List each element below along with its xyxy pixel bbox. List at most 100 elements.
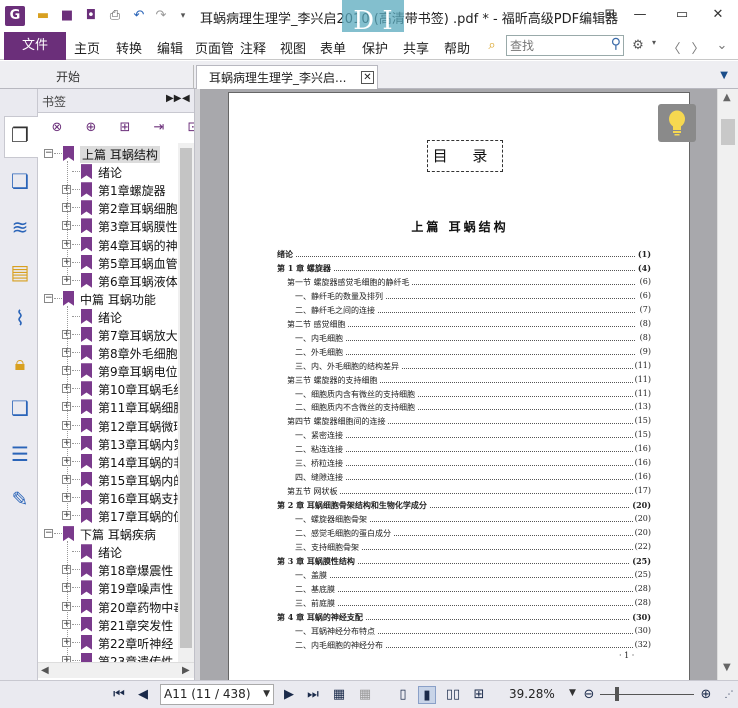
search-input[interactable]: [507, 36, 601, 55]
bookmark-item[interactable]: + 第13章耳蜗内第: [38, 435, 178, 453]
toc-entry[interactable]: 一、细胞质内含有微丝的支持细胞 (11): [277, 388, 651, 403]
toc-entry[interactable]: 三、桥粒连接 (16): [277, 458, 651, 472]
toc-entry[interactable]: 一、紧密连接 (15): [277, 430, 651, 444]
redo-icon[interactable]: ↷: [152, 7, 170, 25]
bookmark-item[interactable]: + 第2章耳蜗细胞: [38, 199, 178, 217]
last-page-icon[interactable]: ⏭: [304, 686, 322, 704]
bookmark-item[interactable]: + 第6章耳蜗液体: [38, 272, 178, 290]
toc-entry[interactable]: 三、支持细胞骨架 (22): [277, 541, 651, 556]
tab-list-dropdown-icon[interactable]: ▼: [720, 70, 728, 81]
bookmark-item[interactable]: + 第8章外毛细胞: [38, 344, 178, 362]
previous-icon[interactable]: 〈: [666, 38, 682, 57]
toc-entry[interactable]: 二、粘连连接 (16): [277, 444, 651, 458]
tab-start[interactable]: 开始: [44, 65, 194, 89]
bookmark-item[interactable]: + 第11章耳蜗细胞: [38, 398, 178, 416]
quick-access-dropdown-icon[interactable]: ▾: [174, 7, 192, 25]
document-vertical-scrollbar[interactable]: ▲ ▼: [717, 89, 738, 680]
menu-home[interactable]: 主页: [74, 38, 100, 57]
single-page-icon[interactable]: ▯: [394, 686, 412, 704]
zoom-level[interactable]: 39.28%: [509, 687, 555, 701]
menu-form[interactable]: 表单: [320, 38, 346, 57]
ribbon-options-icon[interactable]: ⊞: [596, 4, 624, 26]
bookmark-item[interactable]: + 第7章耳蜗放大: [38, 326, 178, 344]
content-list-icon[interactable]: ☰: [7, 441, 33, 467]
toc-entry[interactable]: 第 2 章 耳蜗细胞骨架结构和生物化学成分 (20): [277, 500, 651, 514]
print-icon[interactable]: ⎙: [106, 7, 124, 25]
search-box[interactable]: ⚲: [506, 35, 624, 56]
next-view-icon[interactable]: ▦: [356, 686, 374, 704]
bookmark-item[interactable]: 绪论: [38, 543, 178, 561]
collapse-icon[interactable]: −: [44, 529, 53, 539]
toc-entry[interactable]: 绪论 (1): [277, 249, 651, 263]
bookmark-item[interactable]: + 第5章耳蜗血管: [38, 254, 178, 272]
bookmark-item[interactable]: + 第22章听神经: [38, 634, 178, 652]
signature-icon[interactable]: ✎: [7, 486, 33, 512]
delete-bookmark-icon[interactable]: ⊗: [48, 119, 66, 137]
layers-icon[interactable]: ≋: [7, 214, 33, 240]
bookmark-item[interactable]: + 第10章耳蜗毛细: [38, 380, 178, 398]
toc-entry[interactable]: 第二节 感觉细胞 (8): [277, 318, 651, 333]
bookmark-item[interactable]: + 第20章药物中毒: [38, 598, 178, 616]
menu-convert[interactable]: 转换: [116, 38, 142, 57]
menu-comment[interactable]: 注释: [240, 38, 266, 57]
toc-entry[interactable]: 二、细胞质内不含微丝的支持细胞 (13): [277, 402, 651, 416]
minimize-icon[interactable]: —: [626, 4, 654, 26]
bookmark-item[interactable]: 绪论: [38, 308, 178, 326]
collapse-panel-icon[interactable]: ◀: [182, 93, 190, 104]
save-as-icon[interactable]: ◘: [82, 7, 100, 25]
bookmark-item[interactable]: + 第14章耳蜗的非: [38, 453, 178, 471]
expand-panel-icon[interactable]: ▶▶: [166, 93, 181, 104]
folder-icon[interactable]: ▬: [34, 7, 52, 25]
scroll-up-icon[interactable]: ▲: [723, 92, 731, 103]
continuous-page-icon[interactable]: ▮: [418, 686, 436, 704]
security-lock-icon[interactable]: 🔒︎: [7, 350, 33, 376]
toc-entry[interactable]: 二、内毛细胞的神经分布 (32): [277, 639, 651, 654]
bookmark-item[interactable]: + 第9章耳蜗电位: [38, 362, 178, 380]
toc-entry[interactable]: 一、静纤毛的数量及排列 (6): [277, 290, 651, 305]
tip-button[interactable]: [658, 104, 696, 142]
attachments-icon[interactable]: ⌇: [7, 305, 33, 331]
scroll-down-icon[interactable]: ▼: [723, 662, 731, 673]
add-child-bookmark-icon[interactable]: ⊞: [116, 119, 134, 137]
toc-entry[interactable]: 三、前庭膜 (28): [277, 597, 651, 612]
close-tab-icon[interactable]: ✕: [361, 71, 374, 84]
page-number-input[interactable]: A11 (11 / 438) ▼: [160, 684, 274, 705]
facing-page-icon[interactable]: ▯▯: [444, 686, 462, 704]
page-thumbnails-icon[interactable]: ❏: [7, 168, 33, 194]
bookmark-part-item[interactable]: − 上篇 耳蜗结构: [38, 145, 178, 163]
bookmark-item[interactable]: 绪论: [38, 163, 178, 181]
bookmark-panel-icon[interactable]: ❐: [7, 122, 33, 148]
previous-page-icon[interactable]: ◀: [134, 686, 152, 704]
bookmark-item[interactable]: + 第1章螺旋器: [38, 181, 178, 199]
toc-entry[interactable]: 第 4 章 耳蜗的神经支配 (30): [277, 611, 651, 626]
toc-entry[interactable]: 第四节 螺旋器细胞间的连接 (15): [277, 416, 651, 430]
bookmark-item[interactable]: + 第3章耳蜗膜性: [38, 217, 178, 235]
scroll-left-icon[interactable]: ◀: [41, 663, 49, 679]
continuous-facing-icon[interactable]: ⊞: [470, 686, 488, 704]
next-page-icon[interactable]: ▶: [280, 686, 298, 704]
document-properties-icon[interactable]: ❑: [7, 395, 33, 421]
bookmark-item[interactable]: + 第17章耳蜗的值: [38, 507, 178, 525]
bookmark-item[interactable]: + 第21章突发性: [38, 616, 178, 634]
menu-view[interactable]: 视图: [280, 38, 306, 57]
bookmark-part-item[interactable]: − 中篇 耳蜗功能: [38, 290, 178, 308]
document-view[interactable]: 目 录 上篇 耳蜗结构 绪论 (1) 第 1 章 螺旋器 (4) 第一节 螺旋器感觉毛细…: [200, 89, 717, 680]
add-bookmark-icon[interactable]: ⊕: [82, 119, 100, 137]
toc-entry[interactable]: 一、内毛细胞 (8): [277, 332, 651, 347]
file-menu-button[interactable]: 文件: [4, 32, 66, 60]
bookmark-part-item[interactable]: − 下篇 耳蜗疾病: [38, 525, 178, 543]
gear-icon[interactable]: ⚙: [630, 38, 646, 53]
search-icon[interactable]: ⚲: [611, 36, 621, 52]
toc-entry[interactable]: 二、感觉毛细胞的蛋白成分 (20): [277, 528, 651, 542]
tab-document[interactable]: 耳蜗病理生理学_李兴启... ✕: [196, 65, 378, 89]
menu-help[interactable]: 帮助: [444, 38, 470, 57]
toc-entry[interactable]: 第 1 章 螺旋器 (4): [277, 262, 651, 277]
bookmark-item[interactable]: + 第12章耳蜗微环: [38, 417, 178, 435]
bookmark-item[interactable]: + 第18章爆震性: [38, 561, 178, 579]
menu-edit[interactable]: 编辑: [157, 38, 183, 57]
toc-entry[interactable]: 二、外毛细胞 (9): [277, 346, 651, 361]
bookmark-horizontal-scrollbar[interactable]: ◀ ▶: [38, 662, 194, 678]
bookmark-item[interactable]: + 第4章耳蜗的神: [38, 236, 178, 254]
toc-entry[interactable]: 第一节 螺旋器感觉毛细胞的静纤毛 (6): [277, 276, 651, 291]
toc-entry[interactable]: 三、内、外毛细胞的结构差异 (11): [277, 360, 651, 375]
